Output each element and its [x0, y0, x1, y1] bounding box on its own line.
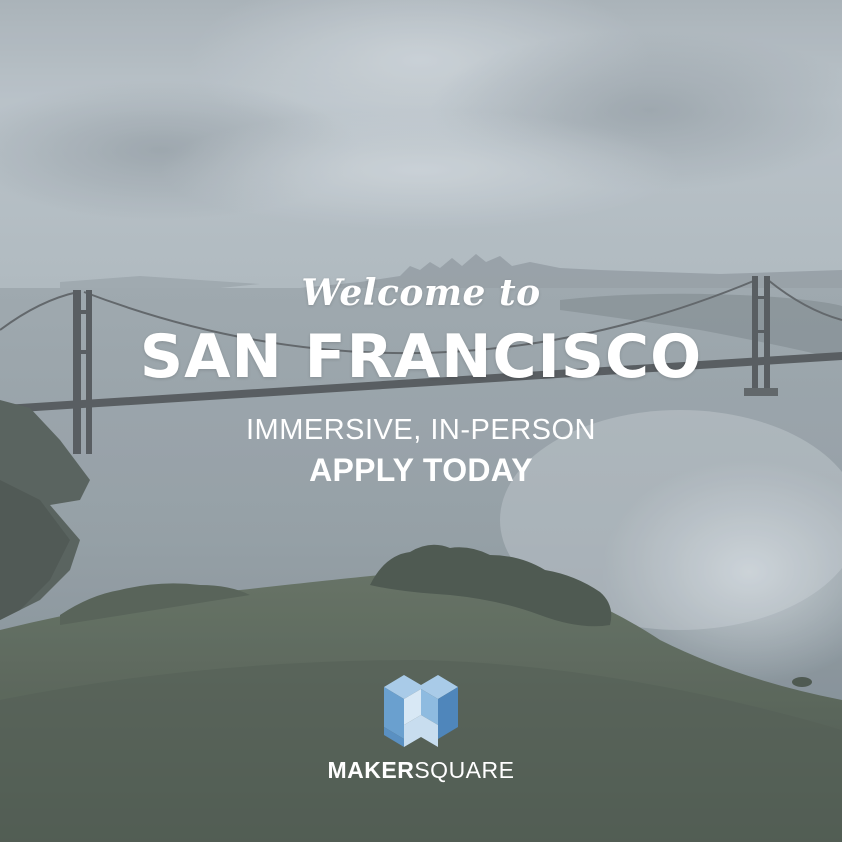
- text-overlay: Welcome to SAN FRANCISCO IMMERSIVE, IN-P…: [0, 0, 842, 842]
- makersquare-cube-logo-icon: [384, 675, 458, 747]
- city-heading: SAN FRANCISCO: [139, 322, 703, 392]
- brand-wordmark-light: SQUARE: [414, 757, 515, 783]
- poster: Welcome to SAN FRANCISCO IMMERSIVE, IN-P…: [0, 0, 842, 842]
- welcome-script-heading: Welcome to: [301, 272, 541, 314]
- brand-wordmark: MAKERSQUARE: [0, 757, 842, 784]
- program-subline: IMMERSIVE, IN-PERSON: [246, 414, 596, 446]
- apply-cta[interactable]: APPLY TODAY: [0, 452, 842, 489]
- brand-wordmark-bold: MAKER: [327, 757, 415, 783]
